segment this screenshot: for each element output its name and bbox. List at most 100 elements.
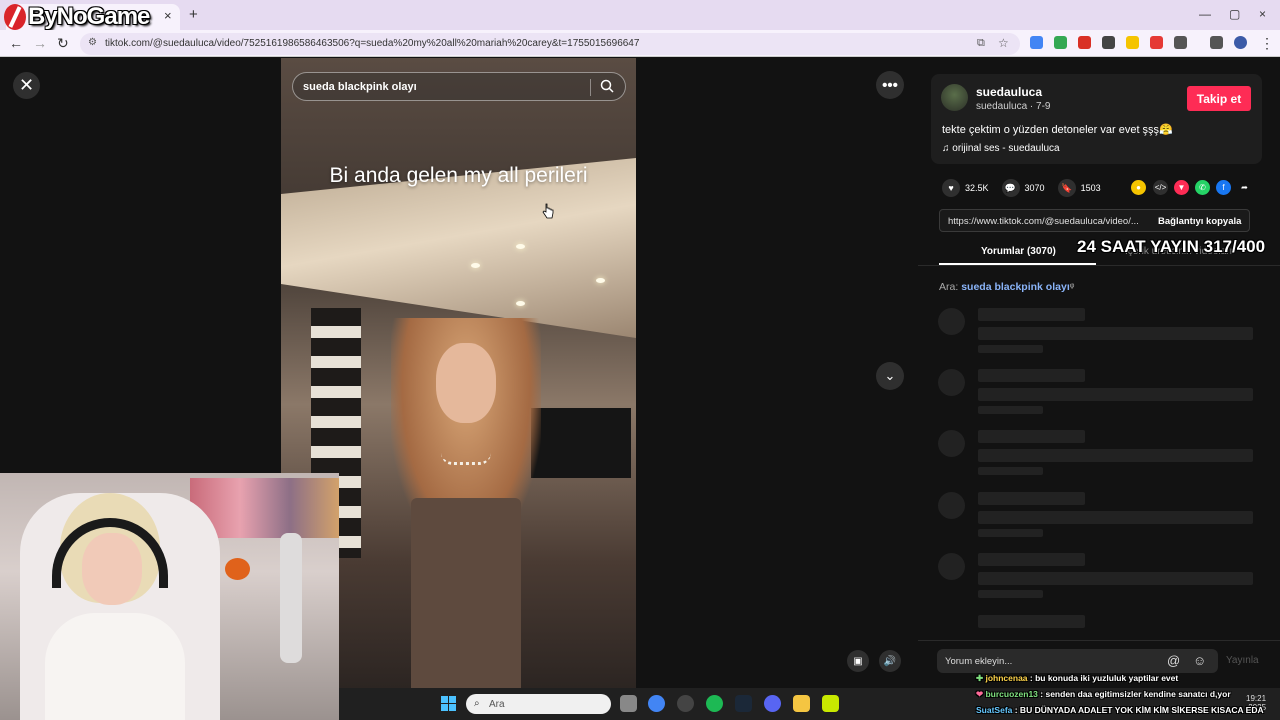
ceiling-light [596,278,605,283]
saves-count: 1503 [1080,183,1101,193]
site-info-icon[interactable]: ⚙ [88,37,97,48]
video-search-query: sueda blackpink olayı [303,81,417,93]
more-options-button[interactable]: ••• [876,71,904,99]
share-arrow-icon[interactable]: ➦ [1237,180,1252,195]
volume-icon[interactable]: 🔊 [879,650,901,672]
skeleton-line [978,590,1043,598]
bynogame-logo: ByNoGame [4,2,150,32]
whatsapp-icon[interactable]: ✆ [1195,180,1210,195]
forward-button[interactable]: → [33,35,47,51]
chrome-icon[interactable] [648,695,665,712]
back-button[interactable]: ← [9,35,23,51]
mention-icon[interactable]: @ [1167,653,1180,668]
task-view-icon[interactable] [620,695,637,712]
search-divider [590,79,591,96]
taskbar-search-placeholder: Ara [489,699,505,710]
follow-button[interactable]: Takip et [1187,86,1251,111]
tab-comments[interactable]: Yorumlar (3070) [981,246,1056,257]
maximize-button[interactable]: ▢ [1229,7,1240,21]
pip-icon[interactable]: ▣ [847,650,869,672]
music-label: orijinal ses - suedauluca [952,143,1060,154]
minimize-button[interactable]: — [1199,7,1211,21]
heart-icon[interactable]: ♥ [942,179,960,197]
related-search[interactable]: Ara: sueda blackpink olayıᵠ [939,281,1074,293]
skeleton-line [978,345,1043,353]
skeleton-avatar [938,369,965,396]
ceiling-light [516,244,525,249]
yellow-extension-icon[interactable] [1126,36,1139,49]
logo-mark-icon [4,4,26,30]
url-field[interactable]: ⚙ tiktok.com/@suedauluca/video/752516198… [80,33,1020,55]
send-icon[interactable]: ▼ [1174,180,1189,195]
tab-divider [918,265,1280,266]
comment-input[interactable]: Yorum ekleyin... @ ☺ [937,649,1218,673]
chat-message: ✚ johncenaa : bu konuda iki yuzluluk yap… [976,673,1178,684]
author-avatar[interactable] [941,84,968,111]
music-row[interactable]: ♫ orijinal ses - suedauluca [942,143,1060,154]
post-comment-button[interactable]: Yayınla [1226,655,1259,666]
emoji-icon[interactable]: ☺ [1193,653,1206,668]
skeleton-avatar [938,430,965,457]
chat-text: : bu konuda iki yuzluluk yaptilar evet [1027,673,1179,683]
close-video-button[interactable]: ✕ [13,72,40,99]
tab-close-icon[interactable]: × [164,8,172,23]
file-explorer-icon[interactable] [793,695,810,712]
live-app-icon[interactable] [822,695,839,712]
bookmark-star-icon[interactable]: ☆ [998,36,1009,50]
related-search-term: sueda blackpink olayı [961,281,1070,293]
link-copy-bar: https://www.tiktok.com/@suedauluca/video… [939,209,1250,232]
video-search-bar[interactable]: sueda blackpink olayı [292,72,626,101]
shield-extension-icon[interactable] [1054,36,1067,49]
skeleton-line [978,492,1085,505]
author-username[interactable]: suedauluca [976,85,1042,99]
chat-user: burcuozen13 [985,689,1038,699]
facebook-icon[interactable]: f [1216,180,1231,195]
extensions-puzzle-icon[interactable] [1174,36,1187,49]
skeleton-line [978,388,1253,401]
install-app-icon[interactable]: ⧉ [977,37,985,50]
taskbar-search[interactable]: ⌕ Ara [466,694,611,714]
windows-start-icon[interactable] [441,696,456,711]
comment-icon[interactable]: 💬 [1001,179,1020,197]
discord-icon[interactable] [764,695,781,712]
reload-button[interactable]: ↻ [57,35,69,52]
coin-icon[interactable]: ● [1131,180,1146,195]
tp-extension-icon[interactable] [1150,36,1163,49]
steam-icon[interactable] [735,695,752,712]
skeleton-line [978,529,1043,537]
search-icon[interactable] [599,78,615,94]
skeleton-line [978,406,1043,414]
window-close-button[interactable]: × [1259,7,1266,21]
url-text: tiktok.com/@suedauluca/video/75251619865… [105,38,640,49]
comments-count: 3070 [1024,183,1045,193]
red-extension-icon[interactable] [1078,36,1091,49]
clock-time: 19:21 [1246,694,1267,703]
skeleton-line [978,430,1085,443]
music-note-icon: ♫ [942,143,953,154]
streamer-webcam [0,473,339,720]
video-person [391,318,541,688]
logo-text: ByNoGame [28,3,150,30]
microphone-icon [280,533,302,663]
new-tab-button[interactable]: + [189,6,198,23]
spotify-icon[interactable] [706,695,723,712]
author-subline: suedauluca · 7-9 [976,101,1051,112]
bookmark-icon[interactable]: 🔖 [1057,179,1076,197]
reading-list-icon[interactable] [1210,36,1223,49]
likes-count: 32.5K [965,183,989,193]
chat-text: : senden daa egitimsizler kendine sanatc… [1037,689,1231,699]
translate-extension-icon[interactable] [1030,36,1043,49]
copy-link-button[interactable]: Bağlantıyı kopyala [1158,216,1241,227]
television [531,408,631,478]
github-icon[interactable] [677,695,694,712]
dark-extension-icon[interactable] [1102,36,1115,49]
profile-avatar[interactable] [1234,36,1247,49]
next-video-button[interactable]: ⌄ [876,362,904,390]
chat-text: : BU DÜNYADA ADALET YOK KİM KİM SİKERSE … [1012,705,1264,715]
chat-user: SuatSefa [976,705,1013,715]
action-row: ♥ 32.5K 💬 3070 🔖 1503 [942,178,1114,198]
video-caption: Bi anda gelen my all perileri [329,164,588,187]
menu-kebab-icon[interactable]: ⋮ [1260,35,1274,52]
embed-icon[interactable]: </> [1153,180,1168,195]
skeleton-line [978,308,1085,321]
